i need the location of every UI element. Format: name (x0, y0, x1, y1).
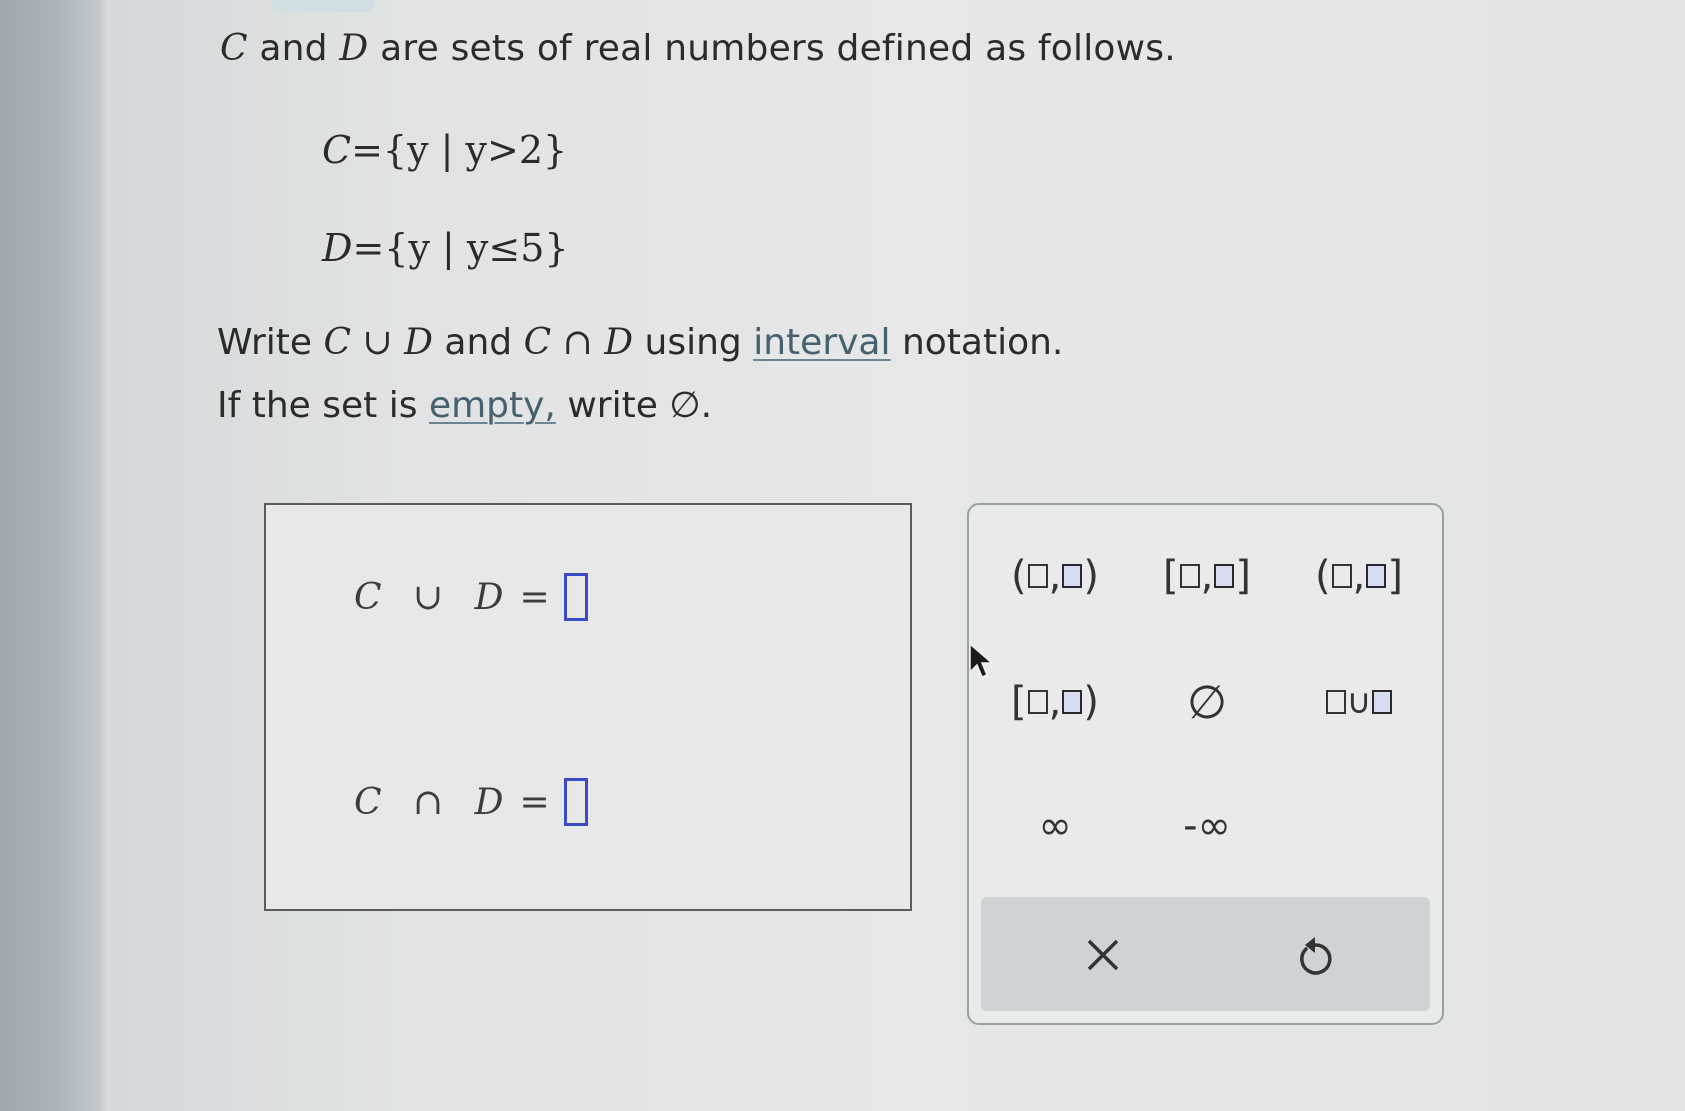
union-label: C ∪ D (354, 576, 514, 618)
intersection-equals: = (519, 781, 550, 823)
closed-closed-interval-button[interactable]: [,] (1137, 541, 1277, 611)
negative-infinity-button[interactable]: -∞ (1137, 791, 1277, 861)
instr-notation: notation. (901, 322, 1064, 363)
instr-intersection-expr: C ∩ D (523, 322, 634, 363)
x-icon (1087, 939, 1119, 971)
math-keypad: (,) [,] (,] [,) ∅ ∪ ∞ -∞ (967, 503, 1444, 1025)
set-c-name: C (322, 128, 352, 172)
intersection-answer-row: C ∩ D = (354, 778, 588, 826)
instr-write: Write (217, 322, 313, 363)
set-d-name: D (322, 226, 353, 270)
instr-and: and (444, 322, 513, 363)
interval-link[interactable]: interval (753, 322, 890, 363)
set-c-definition: C={y | y>2} (322, 128, 567, 172)
empty-link[interactable]: empty, (429, 385, 556, 426)
set-d-builder: ={y | y≤5} (352, 226, 569, 270)
undo-button[interactable] (1255, 915, 1375, 995)
union-equals: = (519, 576, 550, 618)
set-c-builder: ={y | y>2} (351, 128, 568, 172)
infinity-button[interactable]: ∞ (985, 791, 1125, 861)
negative-infinity-symbol: -∞ (1183, 803, 1231, 849)
instr2-prefix: If the set is (217, 385, 418, 426)
open-closed-interval-button[interactable]: (,] (1289, 541, 1429, 611)
clear-button[interactable] (1043, 915, 1163, 995)
var-d: D (339, 28, 369, 69)
union-button[interactable]: ∪ (1289, 667, 1429, 737)
top-tab[interactable] (271, 0, 375, 12)
union-answer-row: C ∪ D = (354, 573, 588, 621)
instr2-suffix: write ∅. (567, 385, 713, 426)
var-c: C (220, 28, 248, 69)
intersection-label: C ∩ D (354, 781, 514, 823)
open-open-interval-button[interactable]: (,) (985, 541, 1125, 611)
intro-and: and (259, 28, 328, 69)
instr-union-expr: C ∪ D (323, 322, 433, 363)
closed-open-interval-button[interactable]: [,) (985, 667, 1125, 737)
infinity-symbol: ∞ (1038, 803, 1072, 849)
intro-rest: are sets of real numbers defined as foll… (380, 28, 1176, 69)
instr-using: using (644, 322, 742, 363)
instruction-line-2: If the set is empty, write ∅. (217, 385, 712, 426)
set-d-definition: D={y | y≤5} (322, 226, 569, 270)
undo-icon (1300, 937, 1332, 975)
problem-intro: C and D are sets of real numbers defined… (220, 28, 1176, 69)
instruction-line-1: Write C ∪ D and C ∩ D using interval not… (217, 322, 1063, 363)
answer-panel: C ∪ D = C ∩ D = (264, 503, 912, 911)
empty-set-symbol: ∅ (1186, 675, 1228, 729)
empty-set-button[interactable]: ∅ (1137, 667, 1277, 737)
keypad-action-bar (981, 897, 1430, 1011)
intersection-answer-input[interactable] (563, 778, 588, 826)
mouse-pointer-icon (969, 642, 995, 678)
union-answer-input[interactable] (563, 573, 588, 621)
